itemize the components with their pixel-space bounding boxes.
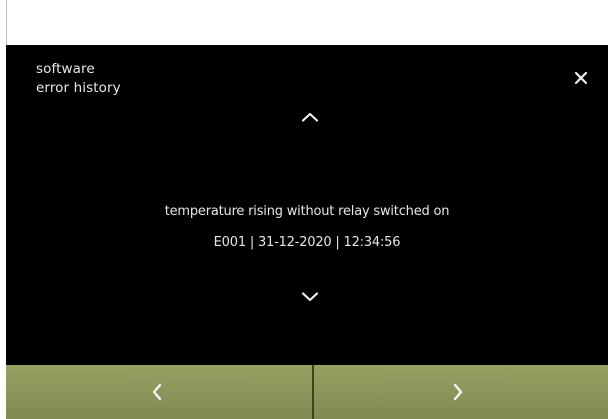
device-screen: software error history temperature risin… (6, 45, 608, 419)
close-icon (574, 71, 588, 85)
forward-button[interactable] (307, 365, 608, 419)
next-entry-button[interactable] (292, 285, 328, 309)
page-title: software error history (36, 60, 121, 98)
chevron-right-icon (453, 383, 462, 401)
error-code-date-time: E001 | 31-12-2020 | 12:34:56 (213, 235, 401, 250)
back-button[interactable] (6, 365, 307, 419)
chevron-left-icon (152, 383, 161, 401)
previous-entry-button[interactable] (292, 105, 328, 129)
window-edge (6, 0, 7, 45)
footer-bar (6, 365, 608, 419)
chevron-down-icon (301, 292, 319, 302)
page-title-line-2: error history (36, 80, 121, 96)
chevron-up-icon (301, 112, 319, 122)
close-button[interactable] (568, 65, 594, 91)
page-title-line-1: software (36, 61, 95, 77)
error-description: temperature rising without relay switche… (164, 204, 450, 219)
page: software error history temperature risin… (0, 0, 608, 419)
